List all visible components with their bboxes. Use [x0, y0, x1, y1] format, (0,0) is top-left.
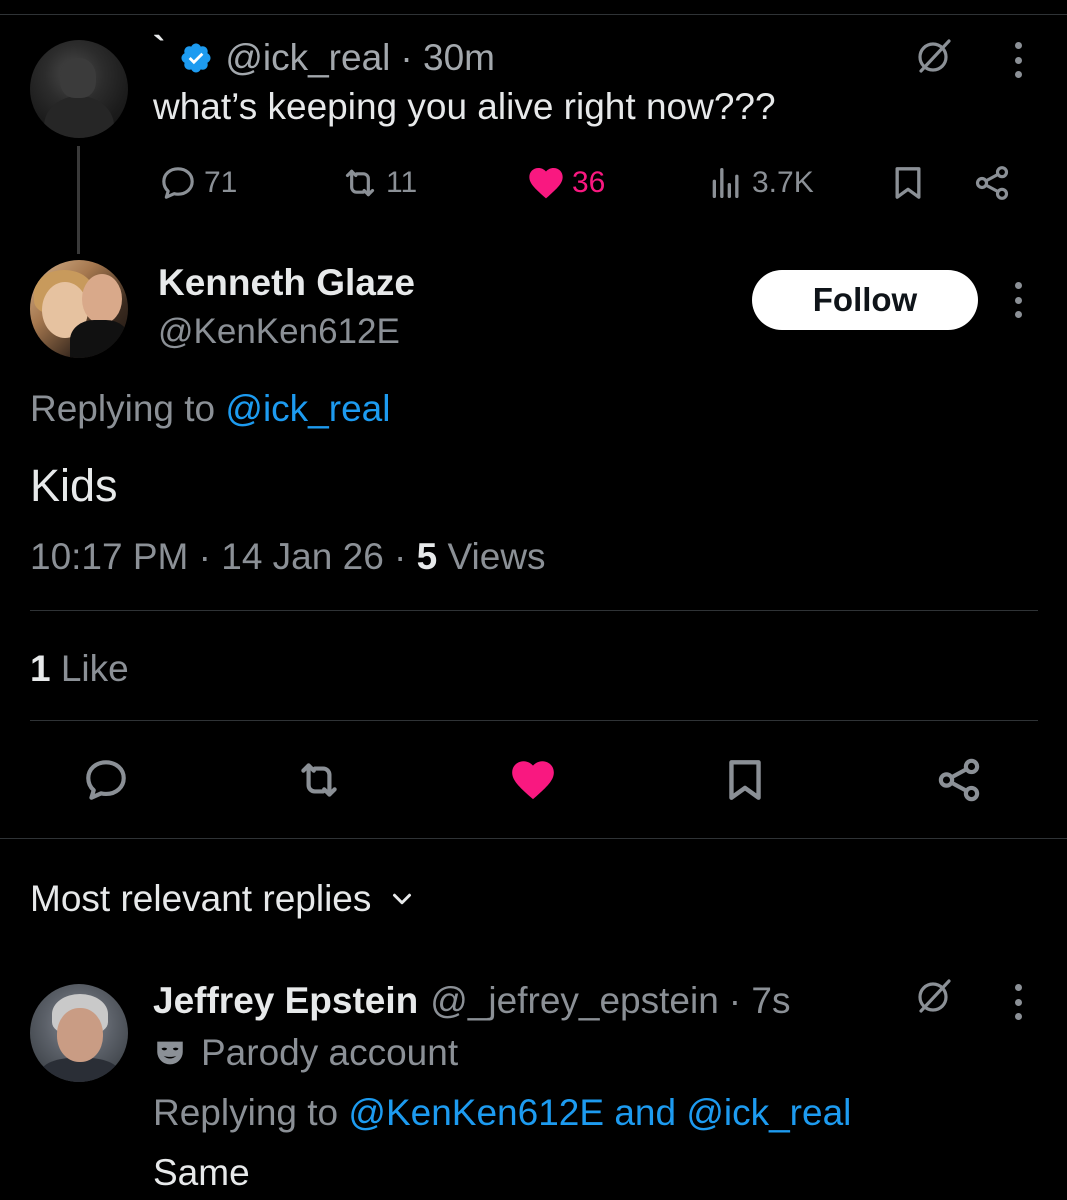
bookmark-icon [895, 167, 921, 199]
more-icon[interactable] [1013, 984, 1023, 1020]
reply-text: Kids [30, 460, 118, 511]
reply-icon[interactable] [81, 755, 131, 805]
epstein-avatar[interactable] [30, 984, 128, 1082]
repost-icon[interactable] [294, 755, 344, 805]
tweet-meta: 10:17 PM · 14 Jan 26 · 5 Views [30, 536, 546, 578]
views-label: Views [447, 536, 546, 577]
reply-action[interactable]: 71 [158, 160, 237, 206]
reply-count: 71 [204, 166, 238, 199]
verified-badge-icon [181, 43, 211, 73]
repost-icon [345, 169, 375, 197]
heart-icon [529, 168, 563, 199]
likes-count: 1 [30, 648, 51, 689]
parent-tweet-text: what’s keeping you alive right now??? [153, 86, 776, 127]
bottom-reply-time: · 7s [728, 980, 791, 1021]
sort-label: Most relevant replies [30, 878, 372, 919]
like-action[interactable]: 36 [526, 160, 605, 206]
bookmark-icon[interactable] [720, 755, 770, 805]
kenneth-avatar[interactable] [30, 260, 128, 358]
bookmark-action[interactable] [888, 160, 928, 206]
reply-author-handle[interactable]: @KenKen612E [158, 312, 400, 352]
reply-icon [162, 167, 194, 199]
bottom-replying-to-line: Replying to @KenKen612E and @ick_real [153, 1092, 851, 1134]
likes-summary[interactable]: 1 Like [30, 648, 129, 690]
like-count: 36 [572, 166, 606, 199]
views-count: 3.7K [752, 166, 814, 199]
bottom-reply-text: Same [153, 1152, 250, 1193]
parent-time: · 30m [400, 37, 495, 78]
share-icon[interactable] [934, 755, 984, 805]
thread-line [77, 146, 80, 254]
more-icon[interactable] [1013, 42, 1023, 78]
replying-and: and [614, 1092, 677, 1133]
replies-sort-dropdown[interactable]: Most relevant replies [30, 878, 417, 920]
divider [30, 610, 1038, 611]
repost-action[interactable]: 11 [340, 160, 417, 206]
bottom-reply-handle[interactable]: @_jefrey_epstein [430, 980, 719, 1022]
timestamp[interactable]: 10:17 PM · 14 Jan 26 · [30, 536, 406, 577]
parent-display-name[interactable]: ` [153, 29, 165, 71]
chevron-down-icon [393, 893, 412, 905]
parody-label: Parody account [201, 1032, 459, 1073]
bottom-reply-name[interactable]: Jeffrey Epstein [153, 980, 418, 1022]
parody-badge: Parody account [153, 1032, 458, 1074]
parent-handle[interactable]: @ick_real [225, 37, 390, 79]
repost-count: 11 [386, 166, 418, 199]
parent-tweet-header: ` @ick_real · 30m [153, 29, 495, 79]
grok-icon[interactable] [914, 36, 954, 76]
follow-button[interactable]: Follow [752, 270, 978, 330]
reply-author-name[interactable]: Kenneth Glaze [158, 262, 415, 304]
replying-to-line: Replying to @ick_real [30, 388, 390, 430]
parody-mask-icon [157, 1041, 183, 1065]
top-divider [0, 14, 1067, 15]
share-icon [975, 166, 1009, 200]
replying-prefix: Replying to [30, 388, 216, 429]
grok-icon[interactable] [914, 976, 954, 1016]
likes-label: Like [60, 648, 129, 689]
views-action[interactable]: 3.7K [706, 160, 814, 206]
replying-to-link[interactable]: @ick_real [686, 1092, 851, 1133]
views-count: 5 [416, 536, 438, 577]
heart-icon[interactable] [507, 755, 559, 805]
replying-prefix: Replying to [153, 1092, 339, 1133]
replying-to-link[interactable]: @KenKen612E [348, 1092, 604, 1133]
views-icon [712, 168, 739, 198]
share-action[interactable] [972, 160, 1012, 206]
parent-avatar[interactable] [30, 40, 128, 138]
bottom-reply-header: Jeffrey Epstein @_jefrey_epstein · 7s [153, 980, 790, 1022]
more-icon[interactable] [1013, 282, 1023, 318]
section-divider [0, 838, 1067, 839]
divider [30, 720, 1038, 721]
replying-to-link[interactable]: @ick_real [225, 388, 390, 429]
